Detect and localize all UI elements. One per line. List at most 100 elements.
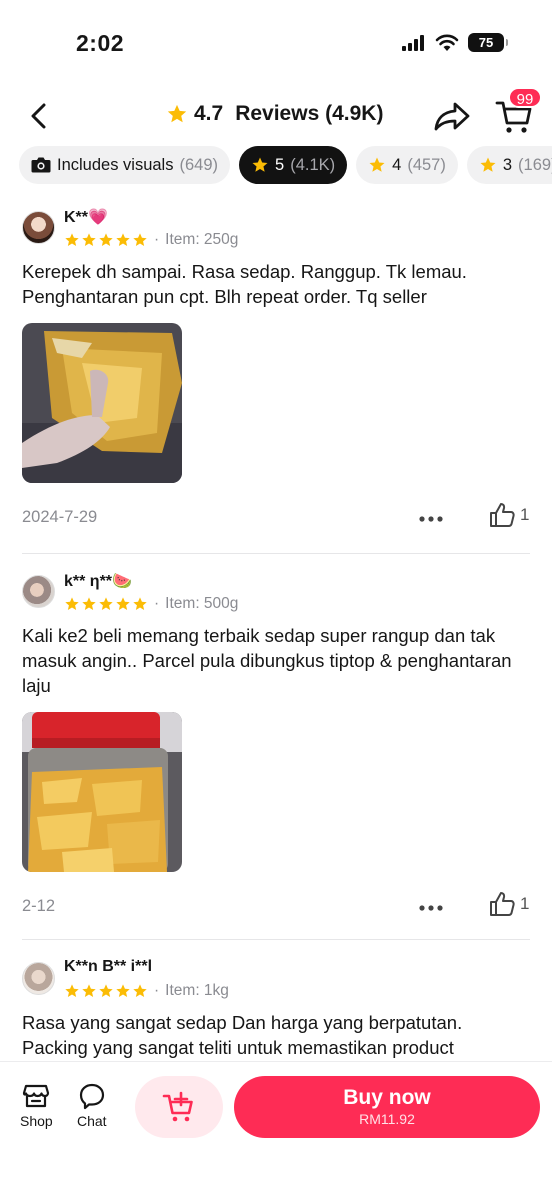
bottom-action-bar: Shop Chat Buy now RM11.92: [0, 1061, 552, 1200]
buy-now-price: RM11.92: [359, 1111, 415, 1127]
star-icon: [65, 233, 79, 246]
share-icon[interactable]: [432, 98, 472, 134]
review-photo-image: [22, 712, 182, 872]
filter-label: 5: [275, 155, 285, 174]
star-rating: [64, 232, 148, 248]
star-icon: [116, 984, 130, 997]
shop-label: Shop: [20, 1113, 53, 1129]
review-header: K**💗 · Item: 250g: [22, 207, 530, 257]
star-icon: [133, 597, 147, 610]
star-icon: [82, 984, 96, 997]
avatar[interactable]: [22, 575, 55, 608]
filter-chip-4-star[interactable]: 4 (457): [356, 146, 458, 184]
page-title: 4.7 Reviews (4.9K): [166, 102, 383, 126]
shop-button[interactable]: Shop: [20, 1082, 53, 1129]
filter-chip-3-star[interactable]: 3 (169): [466, 146, 552, 184]
rating-filter-bar: Includes visuals (649) 5 (4.1K) 4 (457) …: [19, 146, 552, 184]
avatar[interactable]: [22, 962, 55, 995]
chat-label: Chat: [77, 1113, 107, 1129]
cart-badge: 99: [508, 87, 542, 108]
buy-now-button[interactable]: Buy now RM11.92: [234, 1076, 540, 1138]
filter-label: 3: [502, 155, 513, 174]
wifi-icon: [435, 34, 459, 51]
meta-separator: ·: [154, 231, 160, 248]
status-icons: 75: [402, 33, 508, 52]
star-icon: [82, 597, 96, 610]
review-meta: · Item: 1kg: [64, 982, 229, 1000]
review-footer: 2024-7-29 1: [22, 501, 530, 537]
filter-count: (457): [407, 155, 446, 174]
reviewer-name[interactable]: K**💗: [64, 207, 108, 227]
star-icon: [65, 984, 79, 997]
star-icon: [116, 597, 130, 610]
review-text: Kali ke2 beli memang terbaik sedap super…: [22, 625, 512, 696]
review-date: 2024-7-29: [22, 508, 98, 526]
meta-separator: ·: [154, 982, 160, 999]
review-divider: [22, 939, 530, 940]
review-header: k** η**🍉 · Item: 500g: [22, 571, 530, 621]
star-icon: [82, 233, 96, 246]
avatar[interactable]: [22, 211, 55, 244]
more-options-icon[interactable]: [418, 509, 444, 529]
status-bar: 2:02 75: [0, 0, 552, 90]
like-button[interactable]: 1: [488, 890, 529, 918]
star-icon: [133, 984, 147, 997]
star-rating: [64, 596, 148, 612]
filter-label: 4: [392, 155, 402, 174]
battery-indicator: 75: [468, 33, 508, 52]
review-divider: [22, 553, 530, 554]
review-photo[interactable]: [22, 323, 182, 483]
buy-now-label: Buy now: [343, 1086, 431, 1109]
star-rating: [64, 983, 148, 999]
star-icon: [252, 157, 268, 172]
review-photo[interactable]: [22, 712, 182, 872]
filter-chip-5-star[interactable]: 5 (4.1K): [239, 146, 348, 184]
store-icon: [23, 1084, 50, 1108]
review-photo-image: [22, 323, 182, 483]
cellular-signal-icon: [402, 34, 424, 51]
review-text: Rasa yang sangat sedap Dan harga yang be…: [22, 1012, 463, 1058]
reviewer-name[interactable]: k** η**🍉: [64, 571, 132, 591]
item-variant: Item: 1kg: [165, 982, 229, 999]
camera-icon: [31, 157, 51, 173]
filter-count: (169): [518, 155, 552, 174]
star-icon: [133, 233, 147, 246]
review-text: Kerepek dh sampai. Rasa sedap. Ranggup. …: [22, 261, 467, 307]
thumbs-up-icon: [490, 892, 515, 916]
review-item: K**n B** i**l · Item: 1kg Rasa yang sang…: [22, 958, 530, 1060]
reviewer-name[interactable]: K**n B** i**l: [64, 958, 152, 976]
review-date: 2-12: [22, 897, 56, 915]
star-icon: [99, 984, 113, 997]
add-to-cart-icon: [162, 1091, 193, 1122]
average-rating: 4.7: [194, 102, 224, 125]
review-item: k** η**🍉 · Item: 500g Kali ke2 beli mema…: [22, 571, 530, 926]
chat-button[interactable]: Chat: [77, 1082, 107, 1129]
more-options-icon[interactable]: [418, 898, 444, 918]
filter-label: Includes visuals: [57, 155, 174, 174]
filter-count: (649): [179, 155, 219, 174]
star-icon: [99, 597, 113, 610]
filter-count: (4.1K): [290, 155, 336, 174]
meta-separator: ·: [154, 595, 160, 612]
review-item: K**💗 · Item: 250g Kerepek dh sampai. Ras…: [22, 207, 530, 537]
filter-chip-includes-visuals[interactable]: Includes visuals (649): [19, 146, 231, 184]
add-to-cart-button[interactable]: [135, 1076, 223, 1138]
star-icon: [480, 157, 496, 172]
review-meta: · Item: 250g: [64, 231, 238, 249]
like-button[interactable]: 1: [488, 501, 529, 529]
review-header: K**n B** i**l · Item: 1kg: [22, 958, 530, 1008]
reviews-title: Reviews (4.9K): [235, 102, 384, 125]
star-icon: [116, 233, 130, 246]
star-icon: [99, 233, 113, 246]
item-variant: Item: 500g: [165, 595, 239, 612]
review-meta: · Item: 500g: [64, 595, 238, 613]
back-arrow-icon[interactable]: [22, 98, 58, 134]
like-count: 1: [520, 894, 530, 913]
like-count: 1: [520, 505, 530, 524]
star-icon: [65, 597, 79, 610]
chat-bubble-icon: [79, 1083, 104, 1110]
review-footer: 2-12 1: [22, 890, 530, 926]
thumbs-up-icon: [490, 503, 515, 527]
nav-header: 4.7 Reviews (4.9K) 99: [0, 87, 552, 142]
star-icon: [167, 104, 187, 123]
